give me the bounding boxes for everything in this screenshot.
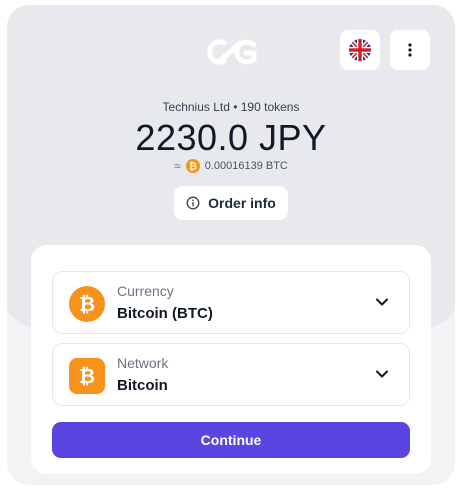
info-icon (186, 196, 200, 210)
merchant-line: Technius Ltd • 190 tokens (162, 100, 300, 114)
svg-text:₿: ₿ (79, 364, 95, 388)
crypto-amount: 0.00016139 BTC (204, 160, 288, 172)
bitcoin-icon: ₿ (185, 159, 200, 173)
order-info-button[interactable]: Order info (174, 186, 288, 220)
checkout-panel: Technius Ltd • 190 tokens 2230.0 JPY ≈ ₿… (7, 5, 455, 485)
network-label: Network (117, 355, 169, 371)
network-select[interactable]: ₿ Network Bitcoin (52, 343, 410, 406)
payment-form-card: ₿ Currency Bitcoin (BTC) ₿ Network Bitco… (31, 245, 431, 474)
crypto-amount-row: ≈ ₿ 0.00016139 BTC (7, 159, 455, 173)
more-menu-button[interactable] (390, 30, 430, 70)
currency-select[interactable]: ₿ Currency Bitcoin (BTC) (52, 271, 410, 334)
network-value: Bitcoin (117, 377, 168, 394)
uk-flag-icon (349, 39, 371, 61)
cg-logo-icon (207, 39, 257, 65)
more-vertical-icon (408, 43, 412, 57)
svg-text:₿: ₿ (189, 161, 197, 173)
currency-value: Bitcoin (BTC) (117, 305, 213, 322)
approx-symbol: ≈ (174, 159, 181, 173)
bitcoin-icon: ₿ (69, 286, 105, 322)
language-button[interactable] (340, 30, 380, 70)
chevron-down-icon (376, 370, 388, 378)
continue-button[interactable]: Continue (52, 422, 410, 458)
svg-text:₿: ₿ (79, 292, 95, 316)
order-info-label: Order info (208, 195, 276, 211)
fiat-amount: 2230.0 JPY (135, 117, 327, 158)
chevron-down-icon (376, 298, 388, 306)
bitcoin-icon: ₿ (69, 358, 105, 394)
currency-label: Currency (117, 283, 174, 299)
